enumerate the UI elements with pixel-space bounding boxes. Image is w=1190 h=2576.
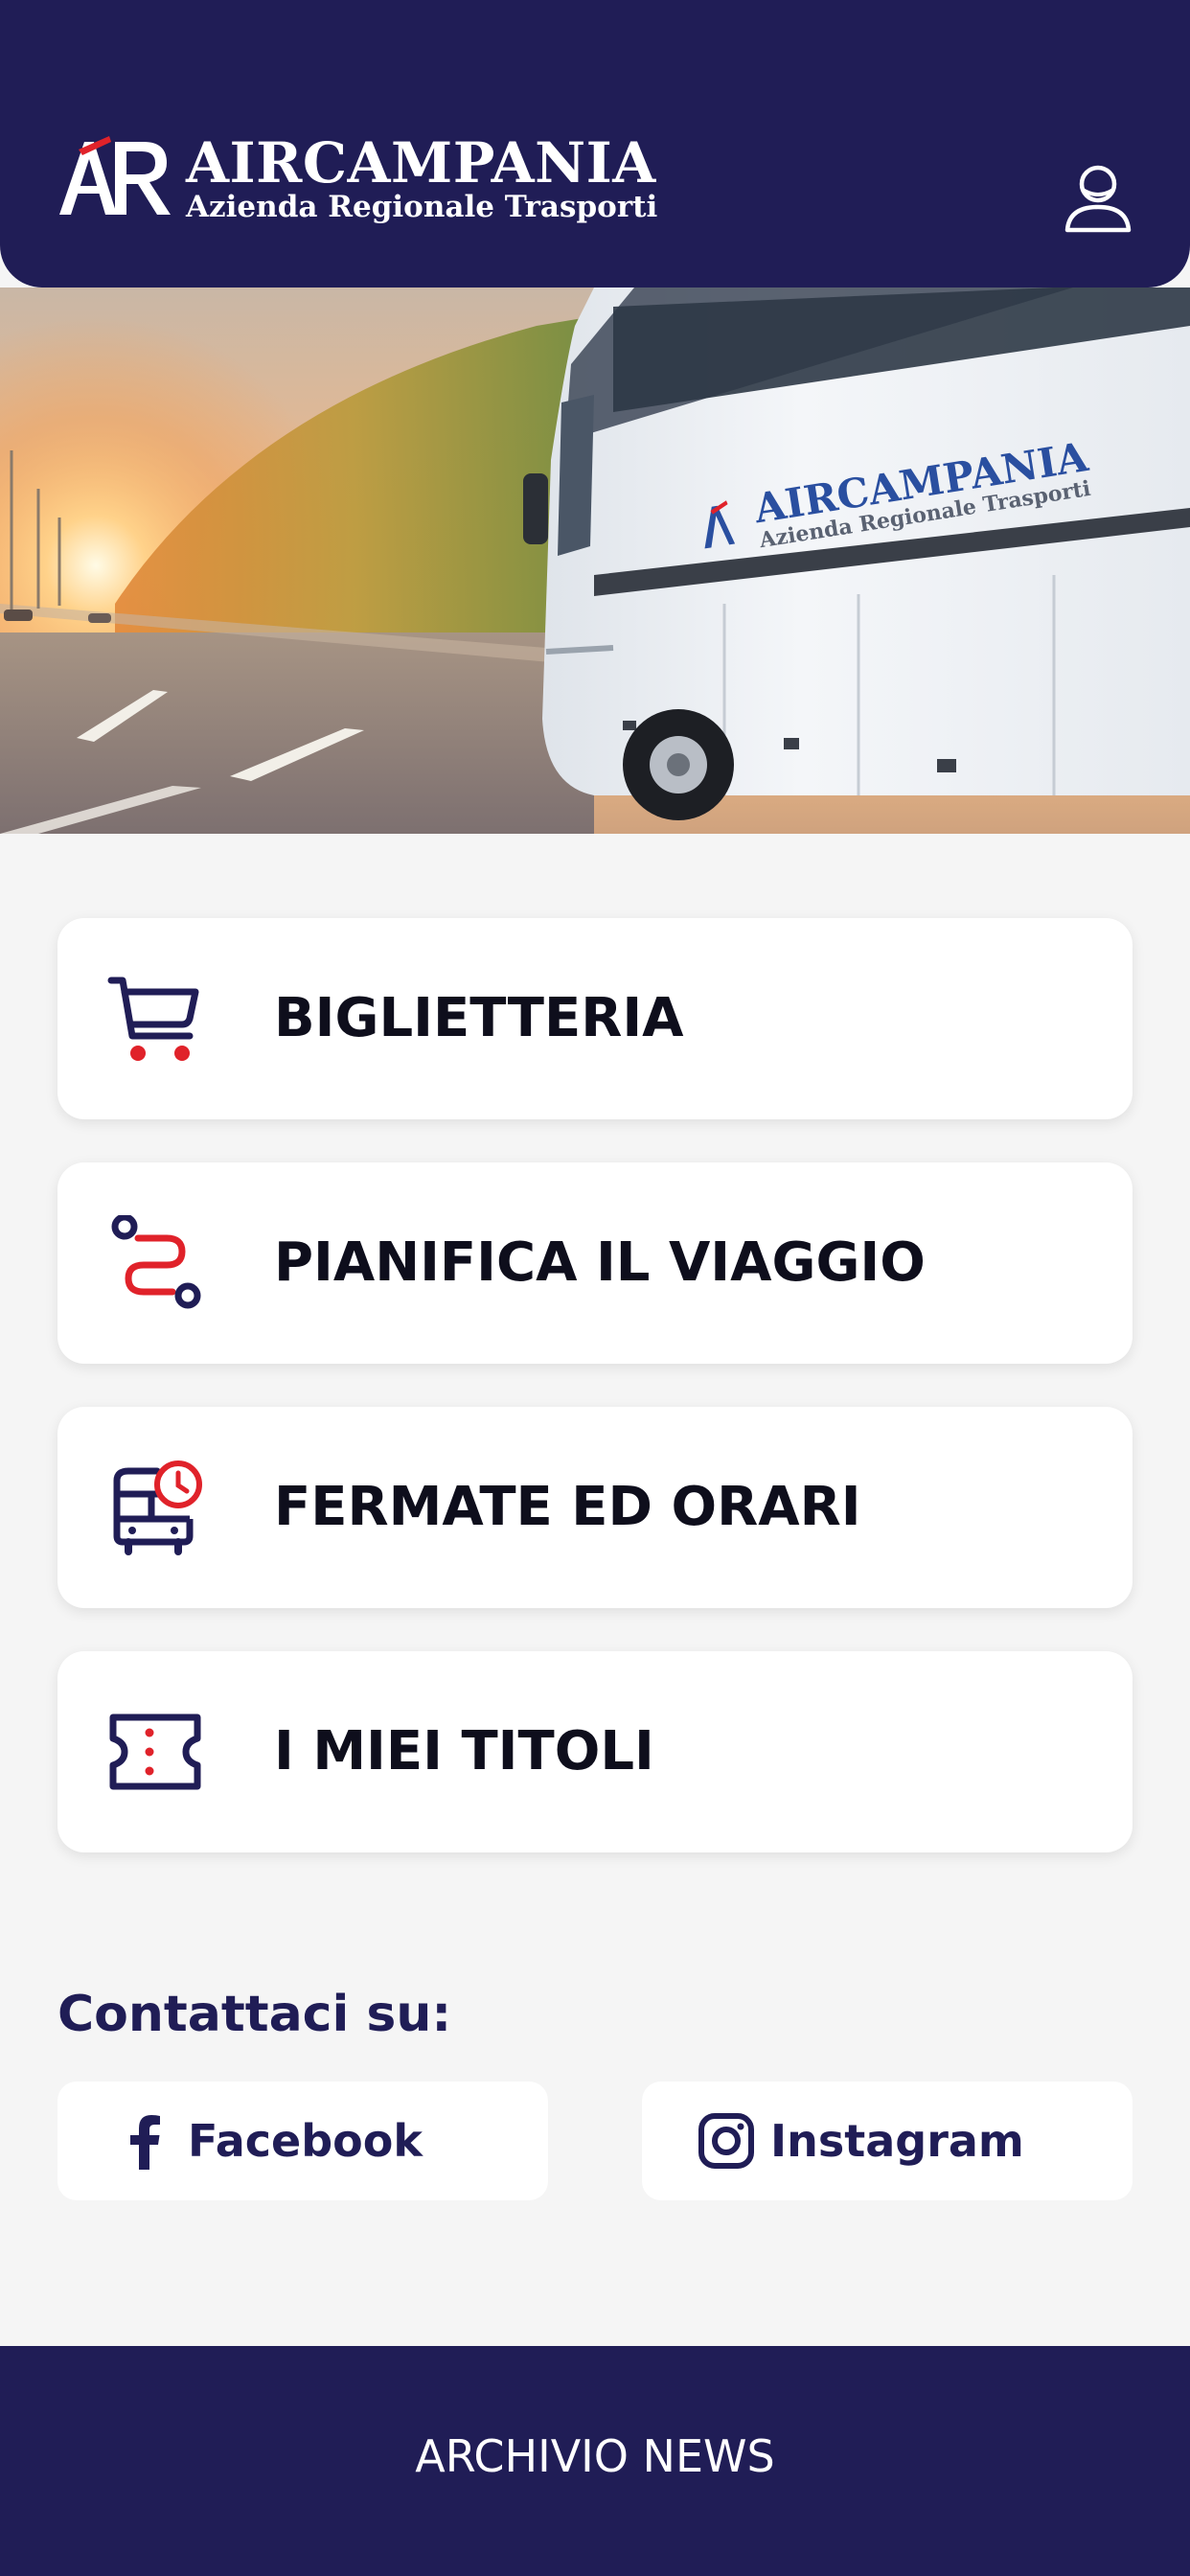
- hero-bus-image: AIRCAMPANIA Azienda Regionale Trasporti: [0, 288, 1190, 834]
- cart-icon: [107, 977, 199, 1061]
- logo-mark-icon: [59, 136, 171, 215]
- aircampania-logo: AIRCAMPANIA Azienda Regionale Trasporti: [56, 130, 657, 236]
- facebook-label: Facebook: [188, 2115, 423, 2167]
- menu-item-titoli[interactable]: I MIEI TITOLI: [57, 1651, 1133, 1852]
- menu-item-label: FERMATE ED ORARI: [274, 1476, 861, 1538]
- logo-name: AIRCAMPANIA: [186, 130, 656, 196]
- menu-item-pianifica[interactable]: PIANIFICA IL VIAGGIO: [57, 1162, 1133, 1364]
- menu-item-label: BIGLIETTERIA: [274, 987, 684, 1049]
- instagram-button[interactable]: Instagram: [642, 2082, 1133, 2200]
- instagram-label: Instagram: [770, 2115, 1024, 2167]
- bus-clock-icon: [113, 1460, 202, 1555]
- instagram-icon: [698, 2113, 754, 2169]
- app-header: AIRCAMPANIA Azienda Regionale Trasporti: [0, 0, 1190, 288]
- menu-item-fermate[interactable]: FERMATE ED ORARI: [57, 1407, 1133, 1608]
- menu-item-biglietteria[interactable]: BIGLIETTERIA: [57, 918, 1133, 1119]
- news-archive-label: ARCHIVIO NEWS: [415, 2430, 775, 2482]
- menu-item-label: I MIEI TITOLI: [274, 1720, 654, 1782]
- news-archive-button[interactable]: ARCHIVIO NEWS: [0, 2346, 1190, 2576]
- user-icon[interactable]: [1062, 161, 1134, 234]
- logo-subtitle: Azienda Regionale Trasporti: [186, 190, 658, 224]
- menu-item-label: PIANIFICA IL VIAGGIO: [274, 1231, 926, 1294]
- contact-title: Contattaci su:: [57, 1986, 452, 2043]
- route-icon: [111, 1215, 201, 1309]
- facebook-icon: [130, 2115, 160, 2170]
- ticket-icon: [109, 1714, 201, 1790]
- facebook-button[interactable]: Facebook: [57, 2082, 548, 2200]
